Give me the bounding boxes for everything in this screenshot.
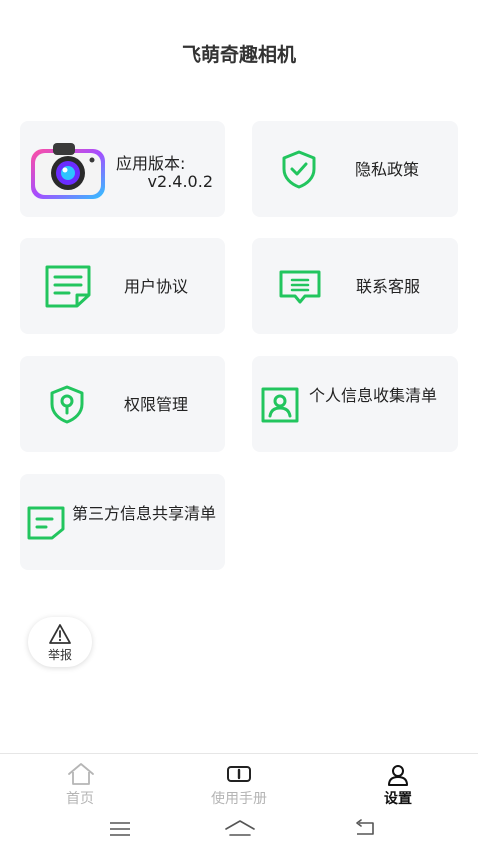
tab-settings[interactable]: 设置	[338, 754, 458, 812]
personal-info-list-label: 个人信息收集清单	[309, 386, 438, 405]
user-agreement-label: 用户协议	[124, 277, 189, 296]
manual-icon	[226, 764, 252, 788]
permission-management-label: 权限管理	[124, 395, 189, 414]
tab-manual-label: 使用手册	[211, 791, 267, 807]
camera-app-icon	[28, 139, 108, 205]
contact-support-card[interactable]: 联系客服	[252, 238, 458, 334]
system-nav-bar	[0, 811, 478, 850]
third-party-sharing-label: 第三方信息共享清单	[72, 504, 217, 523]
user-document-icon	[260, 386, 300, 428]
personal-info-list-card[interactable]: 个人信息收集清单	[252, 356, 458, 452]
shield-key-icon	[47, 384, 87, 428]
version-value: v2.4.0.2	[147, 172, 213, 191]
menu-icon[interactable]	[109, 821, 131, 841]
tab-home[interactable]: 首页	[20, 754, 140, 812]
document-icon	[44, 264, 92, 312]
report-label: 举报	[47, 648, 72, 662]
version-label: 应用版本:	[116, 154, 186, 173]
home-nav-icon[interactable]	[224, 819, 256, 841]
note-document-icon	[26, 505, 66, 545]
contact-support-label: 联系客服	[356, 277, 421, 296]
page-title: 飞萌奇趣相机	[181, 44, 296, 66]
third-party-sharing-card[interactable]: 第三方信息共享清单	[20, 474, 225, 570]
home-icon	[66, 762, 96, 790]
chat-message-icon	[278, 269, 322, 309]
tab-home-label: 首页	[66, 791, 94, 807]
permission-management-card[interactable]: 权限管理	[20, 356, 225, 452]
user-icon	[386, 763, 410, 791]
privacy-policy-label: 隐私政策	[355, 160, 420, 179]
tab-manual[interactable]: 使用手册	[179, 754, 299, 812]
bottom-tab-bar: 首页 使用手册 设置	[0, 753, 478, 812]
privacy-policy-card[interactable]: 隐私政策	[252, 121, 458, 217]
shield-check-icon	[279, 149, 319, 193]
version-card[interactable]: 应用版本: v2.4.0.2	[20, 121, 225, 217]
back-icon[interactable]	[354, 819, 376, 841]
user-agreement-card[interactable]: 用户协议	[20, 238, 225, 334]
report-button[interactable]: 举报	[28, 617, 92, 667]
tab-settings-label: 设置	[384, 791, 412, 807]
